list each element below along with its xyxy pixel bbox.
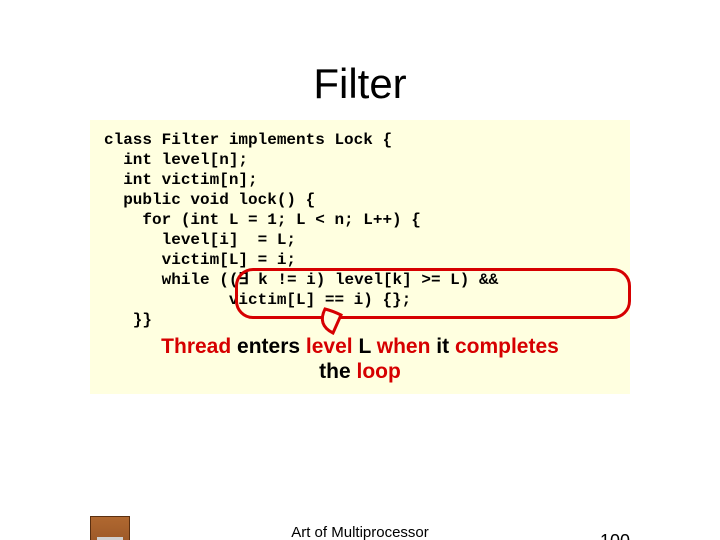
code-line: int victim[n];: [104, 171, 258, 189]
code-line: class Filter implements Lock {: [104, 131, 392, 149]
cap-word: enters: [237, 335, 300, 358]
code-line: victim[L] = i;: [104, 251, 296, 269]
slide-title: Filter: [0, 60, 720, 108]
code-block: class Filter implements Lock { int level…: [90, 120, 630, 394]
footer: Art of Multiprocessor Programming 100: [0, 516, 720, 540]
code-line: level[i] = L;: [104, 231, 296, 249]
code-line: }}: [104, 311, 152, 329]
cap-word: the: [319, 360, 351, 383]
cap-word: L: [358, 335, 370, 358]
code-line: k != i) level[k] >= L) &&: [249, 271, 499, 289]
code-line: victim[L] == i) {};: [104, 291, 411, 309]
caption: Thread enters level L when it completes …: [104, 334, 616, 384]
code-line: while ((: [104, 271, 238, 289]
page-number: 100: [600, 531, 630, 540]
cap-word: Thread: [161, 335, 231, 358]
cap-word: when: [377, 335, 431, 358]
code-content: class Filter implements Lock { int level…: [104, 130, 616, 330]
cap-word: completes: [455, 335, 559, 358]
cap-word: level: [306, 335, 353, 358]
exists-symbol: ∃: [238, 271, 248, 289]
code-line: for (int L = 1; L < n; L++) {: [104, 211, 421, 229]
cap-word: loop: [357, 360, 401, 383]
cap-word: it: [436, 335, 449, 358]
code-line: int level[n];: [104, 151, 248, 169]
code-line: public void lock() {: [104, 191, 315, 209]
footer-line: Art of Multiprocessor: [291, 524, 429, 540]
